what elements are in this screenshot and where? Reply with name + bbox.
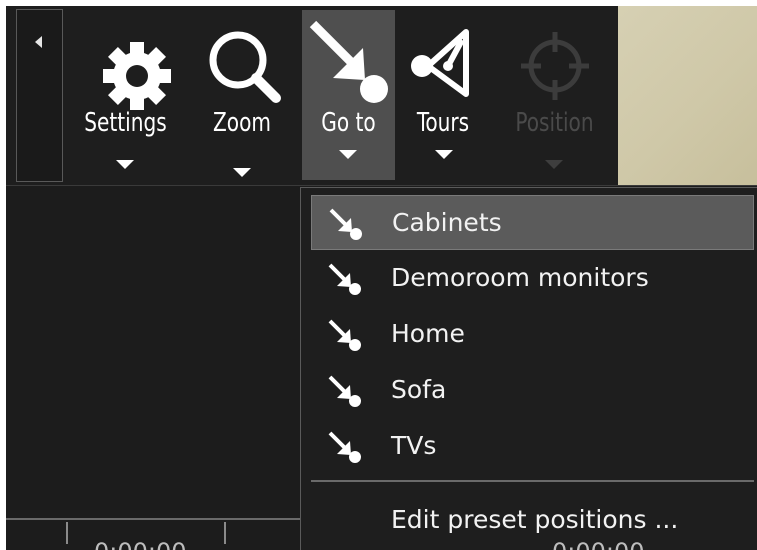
caret-down-icon [116,160,134,169]
menu-item-label: Sofa [391,375,447,404]
caret-left-icon [35,36,42,48]
caret-down-icon [435,150,453,159]
toolbar-divider [6,185,757,186]
preset-arrow-icon [327,374,363,408]
menu-item-label: Home [391,319,465,348]
menu-item-label: TVs [391,431,437,460]
position-button: Position [497,10,612,180]
camera-view [618,6,757,186]
timeline-time-right: 0:00:00 [552,538,645,550]
goto-button[interactable]: Go to [302,10,395,180]
menu-item-tvs[interactable]: TVs [311,419,754,474]
goto-arrow-icon [302,18,395,110]
caret-down-icon [545,160,563,169]
menu-item-label: Demoroom monitors [391,263,649,292]
caret-down-icon [233,168,251,177]
preset-arrow-icon [327,262,363,296]
position-label: Position [515,108,594,138]
timeline-tick [224,522,226,544]
preset-arrow-icon [327,430,363,464]
settings-button[interactable]: Settings [68,10,183,180]
toolbar-scroll-left-button[interactable] [16,9,63,182]
tours-icon [402,18,484,110]
edit-preset-positions-label: Edit preset positions ... [391,505,679,534]
timeline-time-left: 0:00:00 [94,538,187,550]
edit-preset-positions-item[interactable]: Edit preset positions ... [311,491,754,546]
preset-arrow-icon [328,207,364,241]
zoom-label: Zoom [213,108,271,138]
menu-item-cabinets[interactable]: Cabinets [311,195,754,250]
gear-icon [68,18,183,110]
menu-item-home[interactable]: Home [311,307,754,362]
menu-item-demoroom-monitors[interactable]: Demoroom monitors [311,251,754,306]
settings-label: Settings [84,108,167,138]
menu-item-sofa[interactable]: Sofa [311,363,754,418]
magnifier-icon [196,18,288,110]
menu-item-label: Cabinets [392,208,502,237]
goto-label: Go to [321,108,376,138]
preset-arrow-icon [327,318,363,352]
tours-button[interactable]: Tours [402,10,484,180]
caret-down-icon [339,150,357,159]
zoom-button[interactable]: Zoom [196,10,288,180]
goto-dropdown-menu: Cabinets Demoroom monitors Home Sofa TVs… [300,187,757,550]
menu-separator [311,480,754,482]
crosshair-icon [497,18,612,110]
timeline-track [6,518,300,520]
tours-label: Tours [416,108,470,138]
timeline-tick [66,522,68,544]
